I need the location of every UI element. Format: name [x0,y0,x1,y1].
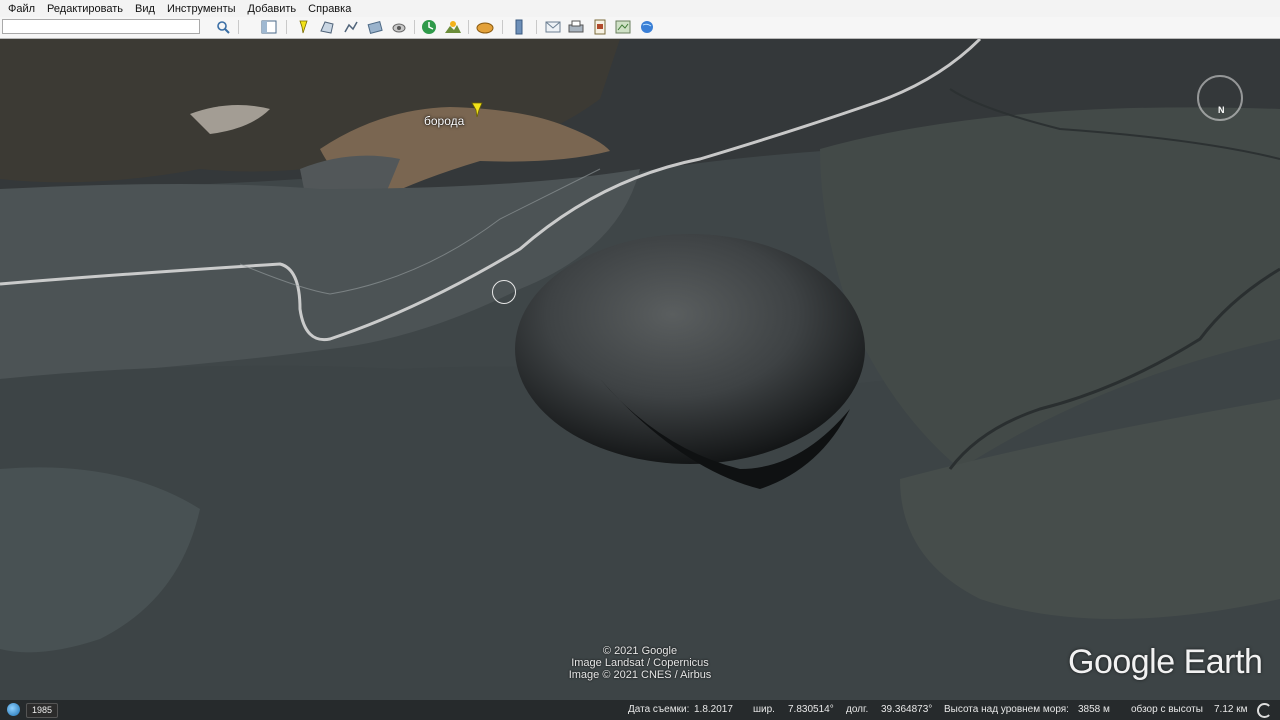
attribution-line: © 2021 Google [602,645,678,657]
menu-help[interactable]: Справка [304,3,355,15]
toolbar-separator [414,20,415,34]
overlay-icon[interactable] [366,18,384,36]
loading-spinner-icon [1257,703,1272,718]
eye-altitude-label: обзор с высоты [1131,704,1203,715]
polygon-icon[interactable] [318,18,336,36]
toolbar-separator [468,20,469,34]
save-image-icon[interactable] [591,18,609,36]
status-bar: 1985 Дата съемки: 1.8.2017 шир. 7.830514… [0,700,1280,720]
earth-gallery-icon[interactable] [638,18,656,36]
globe-icon[interactable] [7,703,20,716]
compass-north-label: N [1218,105,1225,115]
menu-view[interactable]: Вид [131,3,159,15]
google-earth-logo: Google Earth [1068,643,1263,681]
placemark-label[interactable]: борода [424,114,464,128]
toolbar-separator [502,20,503,34]
imagery-date-value: 1.8.2017 [694,704,733,715]
menu-tools[interactable]: Инструменты [163,3,240,15]
menu-bar: Файл Редактировать Вид Инструменты Добав… [0,0,1280,17]
placemark-icon[interactable] [294,18,312,36]
view-in-maps-icon[interactable] [614,18,632,36]
latitude-label: шир. [753,704,775,715]
attribution-line: Image © 2021 CNES / Airbus [568,669,712,681]
sidebar-toggle-icon[interactable] [260,18,278,36]
longitude-value: 39.364873° [881,704,933,715]
print-icon[interactable] [567,18,585,36]
elevation-value: 3858 м [1078,704,1110,715]
toolbar-separator [238,20,239,34]
pointer-circle [492,280,516,304]
earth-3d-view[interactable]: борода N © 2021 Google Image Landsat / C… [0,39,1280,720]
toolbar-separator [286,20,287,34]
placemark-pin-icon[interactable] [470,101,484,119]
email-icon[interactable] [544,18,562,36]
historical-imagery-icon[interactable] [420,18,438,36]
attribution-line: Image Landsat / Copernicus [571,657,709,669]
menu-edit[interactable]: Редактировать [43,3,127,15]
toolbar [0,17,1280,39]
ruler-icon[interactable] [510,18,528,36]
longitude-label: долг. [846,704,869,715]
elevation-label: Высота над уровнем моря: [944,704,1069,715]
imagery-attribution: © 2021 Google Image Landsat / Copernicus… [540,645,740,681]
tour-icon[interactable] [390,18,408,36]
sunlight-icon[interactable] [444,18,462,36]
path-icon[interactable] [342,18,360,36]
search-icon[interactable] [214,18,232,36]
terrain-imagery [0,39,1280,720]
menu-file[interactable]: Файл [4,3,39,15]
toolbar-separator [536,20,537,34]
planets-icon[interactable] [476,18,494,36]
menu-add[interactable]: Добавить [244,3,301,15]
historical-year-badge[interactable]: 1985 [26,703,59,718]
search-input[interactable] [2,19,200,34]
eye-altitude-value: 7.12 км [1214,704,1248,715]
latitude-value: 7.830514° [788,704,834,715]
imagery-date-label: Дата съемки: [628,704,690,715]
